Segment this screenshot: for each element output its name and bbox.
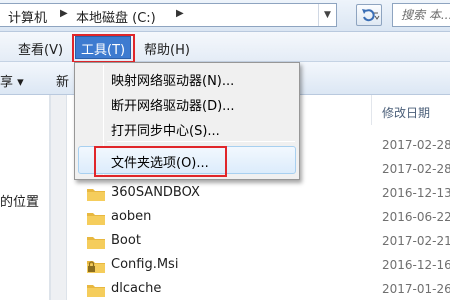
nav-item-locations[interactable]: 的位置 (0, 191, 39, 210)
file-row[interactable]: aoben 2016-06-22 (67, 206, 450, 231)
new-folder-button[interactable]: 新 (56, 71, 69, 90)
file-date: 2017-02-21 (382, 234, 450, 248)
folder-icon (87, 285, 105, 297)
address-history-chevron-icon[interactable]: ▼ (318, 4, 336, 26)
menu-bar: 查看(V) 工具(T) 帮助(H) (0, 32, 450, 62)
refresh-icon (362, 9, 380, 22)
folder-options-highlight-outline (94, 146, 227, 177)
nav-scrollbar[interactable] (50, 95, 67, 300)
file-date: 2016-06-22 (382, 210, 450, 224)
folder-icon (87, 237, 105, 249)
file-name: Boot (111, 233, 141, 248)
file-row[interactable]: 360SANDBOX 2016-12-13 (67, 182, 450, 207)
search-input[interactable] (393, 4, 450, 26)
file-name: dlcache (111, 281, 162, 296)
file-date: 2017-02-28 (382, 162, 450, 176)
column-divider[interactable] (371, 95, 372, 125)
file-row[interactable]: Config.Msi 2016-12-16 (67, 254, 450, 279)
breadcrumb-local-disk[interactable]: 本地磁盘 (C:) (76, 7, 156, 26)
menu-separator (107, 141, 295, 142)
breadcrumb-separator-icon[interactable]: ▶ (176, 8, 184, 19)
menu-item-disconnect-network-drive[interactable]: 断开网络驱动器(D)... (111, 95, 235, 114)
locked-folder-icon (87, 261, 105, 273)
file-name: aoben (111, 209, 152, 224)
menu-help[interactable]: 帮助(H) (144, 39, 190, 58)
tools-menu-highlight-outline (72, 34, 135, 63)
menu-item-map-network-drive[interactable]: 映射网络驱动器(N)... (111, 70, 234, 89)
folder-icon (87, 213, 105, 225)
address-row: 计算机 ▶ 本地磁盘 (C:) ▶ ▼ (0, 0, 450, 32)
file-row[interactable]: Boot 2017-02-21 (67, 230, 450, 255)
file-row[interactable]: dlcache 2017-01-26 (67, 278, 450, 300)
search-field[interactable] (392, 3, 450, 27)
breadcrumb-computer[interactable]: 计算机 (8, 7, 47, 26)
file-name: Config.Msi (111, 257, 179, 272)
file-date: 2017-01-26 (382, 282, 450, 296)
file-date: 2017-02-28 (382, 138, 450, 152)
address-bar[interactable]: 计算机 ▶ 本地磁盘 (C:) ▶ ▼ (0, 3, 337, 27)
share-button[interactable]: 享 ▾ (0, 71, 24, 90)
folder-icon (87, 189, 105, 201)
file-date: 2016-12-13 (382, 186, 450, 200)
menu-view[interactable]: 查看(V) (18, 39, 63, 58)
menu-item-open-sync-center[interactable]: 打开同步中心(S)... (111, 120, 220, 139)
refresh-button[interactable] (356, 4, 382, 26)
file-date: 2016-12-16 (382, 258, 450, 272)
breadcrumb-separator-icon[interactable]: ▶ (60, 8, 68, 19)
file-name: 360SANDBOX (111, 185, 200, 200)
column-header-date-modified[interactable]: 修改日期 (382, 104, 430, 121)
navigation-pane[interactable]: 的位置 (0, 95, 50, 300)
